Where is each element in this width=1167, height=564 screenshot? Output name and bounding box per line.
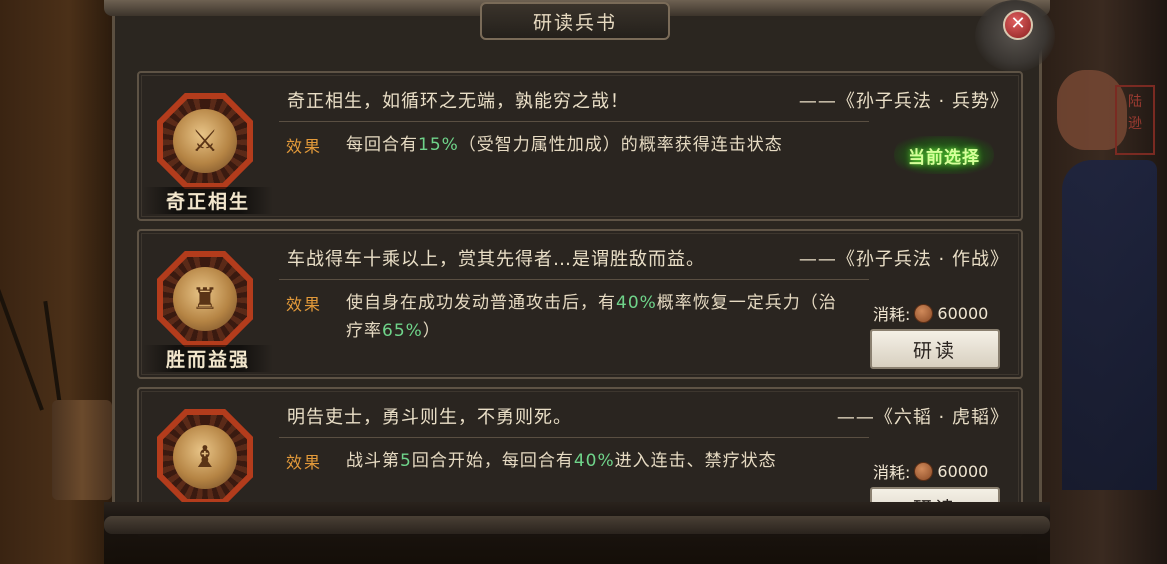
divider	[279, 279, 869, 280]
close-button[interactable]: ✕	[975, 0, 1055, 72]
brush-pot	[52, 400, 112, 500]
coin-icon	[914, 303, 934, 323]
skill-name: 奇正相生	[143, 187, 273, 214]
close-icon[interactable]: ✕	[1003, 10, 1033, 40]
skill-quote: 明告吏士，勇斗则生，不勇则死。	[287, 407, 572, 428]
cost-label: 消耗:	[873, 463, 911, 482]
skill-card-2[interactable]: ♜ 胜而益强 车战得车十乘以上，赏其先得者…是谓胜敌而益。 ——《孙子兵法 · …	[137, 229, 1023, 379]
skill-name: 胜而益强	[143, 345, 273, 372]
divider	[279, 121, 869, 122]
effect-label: 效果	[286, 137, 323, 156]
current-selection-badge: 当前选择	[894, 136, 994, 174]
cost-value: 60000	[937, 461, 989, 481]
character-figure	[1062, 160, 1157, 490]
effect-text: 战斗第5回合开始，每回合有40%进入连击、禁疗状态	[346, 451, 777, 471]
effect-label: 效果	[286, 295, 323, 314]
cost-display: 消耗: 60000	[873, 301, 988, 325]
study-button[interactable]: 研读	[870, 329, 1000, 369]
divider	[279, 437, 869, 438]
skill-icon-frame: ♝	[157, 409, 253, 505]
page-title: 研读兵书	[532, 11, 617, 34]
cost-label: 消耗:	[873, 305, 911, 324]
sword-icon: ⚔	[173, 109, 237, 173]
skill-quote: 奇正相生，如循环之无端，孰能穷之哉！	[287, 91, 629, 112]
current-selection-label: 当前选择	[908, 147, 980, 168]
quote-source: ——《六韬 · 虎韬》	[836, 407, 1009, 428]
skill-quote: 车战得车十乘以上，赏其先得者…是谓胜敌而益。	[287, 249, 705, 270]
background-left	[0, 0, 115, 564]
effect-label: 效果	[286, 453, 323, 472]
brush-decoration	[0, 287, 44, 411]
title-plate: 研读兵书	[480, 2, 670, 40]
quote-source: ——《孙子兵法 · 作战》	[798, 249, 1009, 270]
background-right: 陆 逊	[1037, 0, 1167, 564]
cost-value: 60000	[937, 303, 989, 323]
skill-icon-frame: ♜	[157, 251, 253, 347]
cost-display: 消耗: 60000	[873, 459, 988, 483]
panel-bottom-frame	[104, 516, 1050, 534]
official-icon: ♝	[173, 425, 237, 489]
coin-icon	[914, 461, 934, 481]
effect-text: 使自身在成功发动普通攻击后，有40%概率恢复一定兵力（治疗率65%）	[346, 293, 837, 341]
effect-text: 每回合有15%（受智力属性加成）的概率获得连击状态	[346, 135, 783, 155]
quote-source: ——《孙子兵法 · 兵势》	[798, 91, 1009, 112]
name-seal: 陆 逊	[1115, 85, 1155, 155]
skill-card-1[interactable]: ⚔ 奇正相生 奇正相生，如循环之无端，孰能穷之哉！ ——《孙子兵法 · 兵势》 …	[137, 71, 1023, 221]
skill-icon-frame: ⚔	[157, 93, 253, 189]
soldier-icon: ♜	[173, 267, 237, 331]
